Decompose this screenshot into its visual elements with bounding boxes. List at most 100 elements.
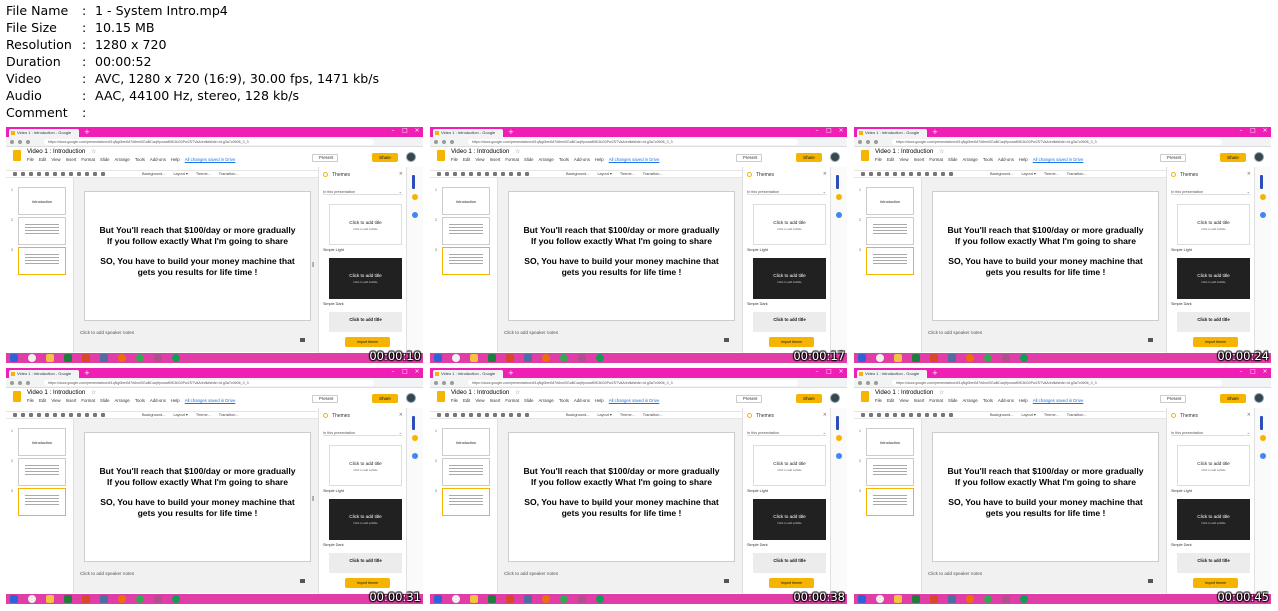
- folder-icon[interactable]: [470, 595, 478, 603]
- chrome-icon[interactable]: [984, 595, 992, 603]
- back-icon[interactable]: [434, 381, 438, 385]
- avatar[interactable]: [1254, 152, 1264, 162]
- menu-item[interactable]: View: [899, 156, 908, 163]
- close-icon[interactable]: ×: [414, 128, 420, 134]
- shape-icon[interactable]: [509, 413, 513, 417]
- slides-logo-icon[interactable]: [861, 150, 869, 161]
- paint-format-icon[interactable]: [45, 172, 49, 176]
- folder-icon[interactable]: [46, 354, 54, 362]
- menu-item[interactable]: Insert: [66, 156, 77, 163]
- explore-icon[interactable]: [724, 338, 729, 342]
- zoom-icon[interactable]: [901, 172, 905, 176]
- themes-filter[interactable]: In this presentation ⌄: [1171, 189, 1250, 195]
- excel-icon[interactable]: [912, 595, 920, 603]
- theme-card-simple-dark[interactable]: Click to add title: [753, 553, 826, 573]
- save-status-link[interactable]: All changes saved in Drive: [609, 397, 660, 404]
- app-icon[interactable]: [578, 354, 586, 362]
- search-icon[interactable]: [452, 595, 460, 603]
- chrome-icon[interactable]: [136, 595, 144, 603]
- slide-thumbnail[interactable]: [18, 217, 66, 245]
- keep-icon[interactable]: [1260, 435, 1266, 441]
- toolbar-button[interactable]: Layout ▾: [597, 171, 611, 178]
- image-icon[interactable]: [77, 413, 81, 417]
- tasks-icon[interactable]: [836, 453, 842, 459]
- new-tab-button[interactable]: +: [84, 369, 92, 377]
- save-status-link[interactable]: All changes saved in Drive: [1033, 156, 1084, 163]
- toolbar-button[interactable]: Theme...: [1044, 171, 1059, 178]
- image-icon[interactable]: [925, 172, 929, 176]
- menu-item[interactable]: Edit: [463, 156, 470, 163]
- theme-card-simple-light[interactable]: Click to add title Click to add subtitle: [753, 499, 826, 540]
- slides-logo-icon[interactable]: [437, 391, 445, 402]
- scrollbar[interactable]: [836, 175, 839, 189]
- slide-thumbnail[interactable]: Introduction: [866, 187, 914, 215]
- menu-item[interactable]: Arrange: [115, 397, 130, 404]
- textbox-icon[interactable]: [69, 413, 73, 417]
- firefox-icon[interactable]: [118, 595, 126, 603]
- avatar[interactable]: [1254, 393, 1264, 403]
- close-icon[interactable]: ×: [1262, 369, 1268, 375]
- save-status-link[interactable]: All changes saved in Drive: [185, 397, 236, 404]
- undo-icon[interactable]: [445, 172, 449, 176]
- comment-icon[interactable]: [101, 413, 105, 417]
- menu-item[interactable]: Help: [1019, 397, 1028, 404]
- theme-card-current[interactable]: Click to add title Click to add subtitle: [1177, 445, 1250, 486]
- textbox-icon[interactable]: [493, 172, 497, 176]
- menu-item[interactable]: Help: [1019, 156, 1028, 163]
- menu-item[interactable]: File: [451, 156, 458, 163]
- close-icon[interactable]: ×: [1262, 128, 1268, 134]
- toolbar-button[interactable]: Theme...: [196, 171, 211, 178]
- themes-filter[interactable]: In this presentation ⌄: [323, 430, 402, 436]
- chrome-icon[interactable]: [560, 354, 568, 362]
- close-icon[interactable]: ×: [1247, 171, 1251, 177]
- media-icon[interactable]: [930, 595, 938, 603]
- toolbar-button[interactable]: Layout ▾: [173, 171, 187, 178]
- add-icon[interactable]: [13, 413, 17, 417]
- reload-icon[interactable]: [26, 381, 30, 385]
- keep-icon[interactable]: [1260, 194, 1266, 200]
- minimize-icon[interactable]: –: [814, 369, 820, 375]
- import-theme-button[interactable]: Import theme: [1193, 578, 1238, 588]
- paint-format-icon[interactable]: [469, 172, 473, 176]
- menu-item[interactable]: Tools: [983, 156, 993, 163]
- menu-item[interactable]: View: [899, 397, 908, 404]
- present-button[interactable]: Present: [312, 154, 339, 162]
- app-icon[interactable]: [154, 354, 162, 362]
- firefox-icon[interactable]: [118, 354, 126, 362]
- menu-item[interactable]: File: [27, 156, 34, 163]
- theme-card-current[interactable]: Click to add title Click to add subtitle: [753, 204, 826, 245]
- menu-item[interactable]: Format: [81, 397, 95, 404]
- url-field[interactable]: https://docs.google.com/presentation/d/1…: [44, 380, 374, 386]
- search-icon[interactable]: [28, 595, 36, 603]
- themes-filter[interactable]: In this presentation ⌄: [747, 189, 826, 195]
- menu-item[interactable]: Add-ons: [574, 397, 590, 404]
- excel-icon[interactable]: [488, 595, 496, 603]
- menu-item[interactable]: Help: [171, 156, 180, 163]
- theme-card-current[interactable]: Click to add title Click to add subtitle: [1177, 204, 1250, 245]
- comment-icon[interactable]: [949, 172, 953, 176]
- tasks-icon[interactable]: [1260, 453, 1266, 459]
- start-icon[interactable]: [858, 595, 866, 603]
- zoom-icon[interactable]: [53, 172, 57, 176]
- redo-icon[interactable]: [877, 413, 881, 417]
- settings-icon[interactable]: [100, 595, 108, 603]
- speaker-notes[interactable]: Click to add speaker notes: [504, 330, 558, 335]
- green-app-icon[interactable]: [1020, 354, 1028, 362]
- slide-thumbnail[interactable]: [866, 458, 914, 486]
- select-icon[interactable]: [61, 413, 65, 417]
- toolbar-button[interactable]: Transition...: [643, 412, 663, 419]
- avatar[interactable]: [406, 152, 416, 162]
- menu-item[interactable]: File: [27, 397, 34, 404]
- close-icon[interactable]: ×: [838, 128, 844, 134]
- close-icon[interactable]: ×: [1247, 412, 1251, 418]
- browser-tab[interactable]: Video 1 : Introduction - Google: [857, 129, 927, 137]
- toolbar-button[interactable]: Background...: [990, 171, 1013, 178]
- app-icon[interactable]: [1002, 595, 1010, 603]
- slide-thumbnail[interactable]: [442, 247, 490, 275]
- forward-icon[interactable]: [18, 381, 22, 385]
- import-theme-button[interactable]: Import theme: [1193, 337, 1238, 347]
- line-icon[interactable]: [941, 413, 945, 417]
- maximize-icon[interactable]: □: [1250, 128, 1256, 134]
- speaker-notes[interactable]: Click to add speaker notes: [80, 330, 134, 335]
- toolbar-button[interactable]: Transition...: [643, 171, 663, 178]
